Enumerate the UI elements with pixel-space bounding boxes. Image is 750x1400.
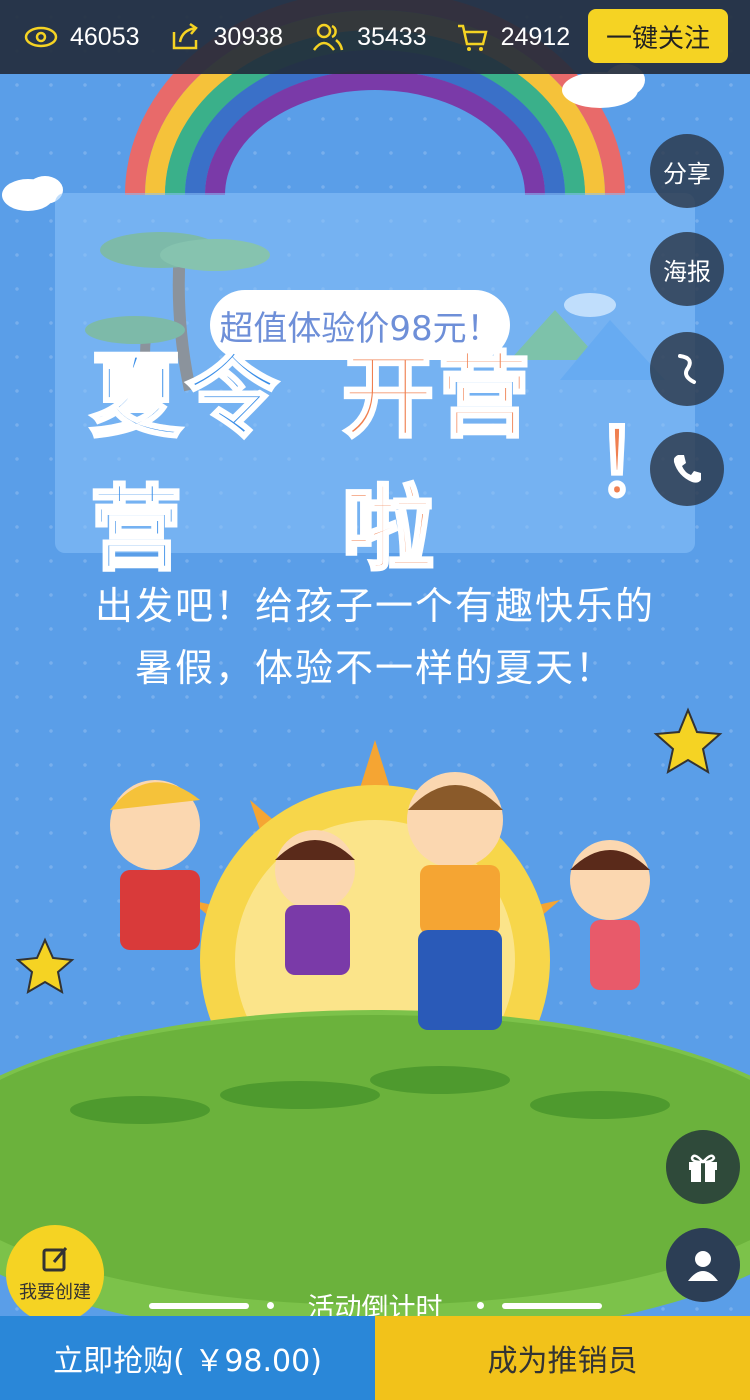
participants-count: 35433 [357,22,427,51]
shares-count: 30938 [213,22,284,51]
create-event-label: 我要创建 [19,1282,91,1303]
phone-icon [673,455,701,483]
stats-bar: 46053 30938 35433 24912 一键关注 [0,0,750,74]
share-button[interactable]: 分享 [650,134,724,208]
participants-stat: 35433 [311,20,427,54]
music-button[interactable] [650,332,724,406]
countdown-divider-left [148,1302,249,1309]
gift-button[interactable] [666,1130,740,1204]
views-count: 46053 [70,22,140,51]
bottom-action-bar: 立即抢购( ￥98.00) 成为推销员 [0,1316,750,1400]
camp-title: 夏令营 开营啦 ！ [89,342,690,585]
event-page: 46053 30938 35433 24912 一键关注 超值体验价98元！ 夏… [0,0,750,1400]
become-promoter-button[interactable]: 成为推销员 [375,1316,750,1400]
countdown-divider-right [501,1302,602,1309]
countdown-dot-left [266,1302,274,1309]
create-event-button[interactable]: 我要创建 [6,1225,104,1323]
slogan-line1: 出发吧！给孩子一个有趣快乐的 [94,584,655,628]
user-center-button[interactable] [666,1228,740,1302]
countdown-dot-right [476,1302,484,1309]
views-stat: 46053 [24,20,140,54]
share-arrow-icon [172,22,198,50]
camp-title-part2: 开营啦 [340,342,534,585]
shares-stat: 30938 [168,20,284,54]
poster-button[interactable]: 海报 [650,232,724,306]
cart-icon [457,24,488,51]
music-icon [678,354,696,384]
eye-icon [24,26,58,48]
purchases-count: 24912 [500,22,571,51]
buy-now-button[interactable]: 立即抢购( ￥98.00) [0,1316,375,1400]
purchases-stat: 24912 [455,20,571,54]
camp-title-part1: 夏令营 [89,342,283,585]
gift-icon [689,1154,717,1182]
edit-icon [42,1247,68,1272]
slogan-text: 出发吧！给孩子一个有趣快乐的 暑假，体验不一样的夏天！ [0,575,750,699]
follow-button[interactable]: 一键关注 [588,9,728,63]
users-icon [313,23,344,51]
phone-button[interactable] [650,432,724,506]
user-icon [688,1251,718,1281]
slogan-line2: 暑假，体验不一样的夏天！ [134,646,615,690]
